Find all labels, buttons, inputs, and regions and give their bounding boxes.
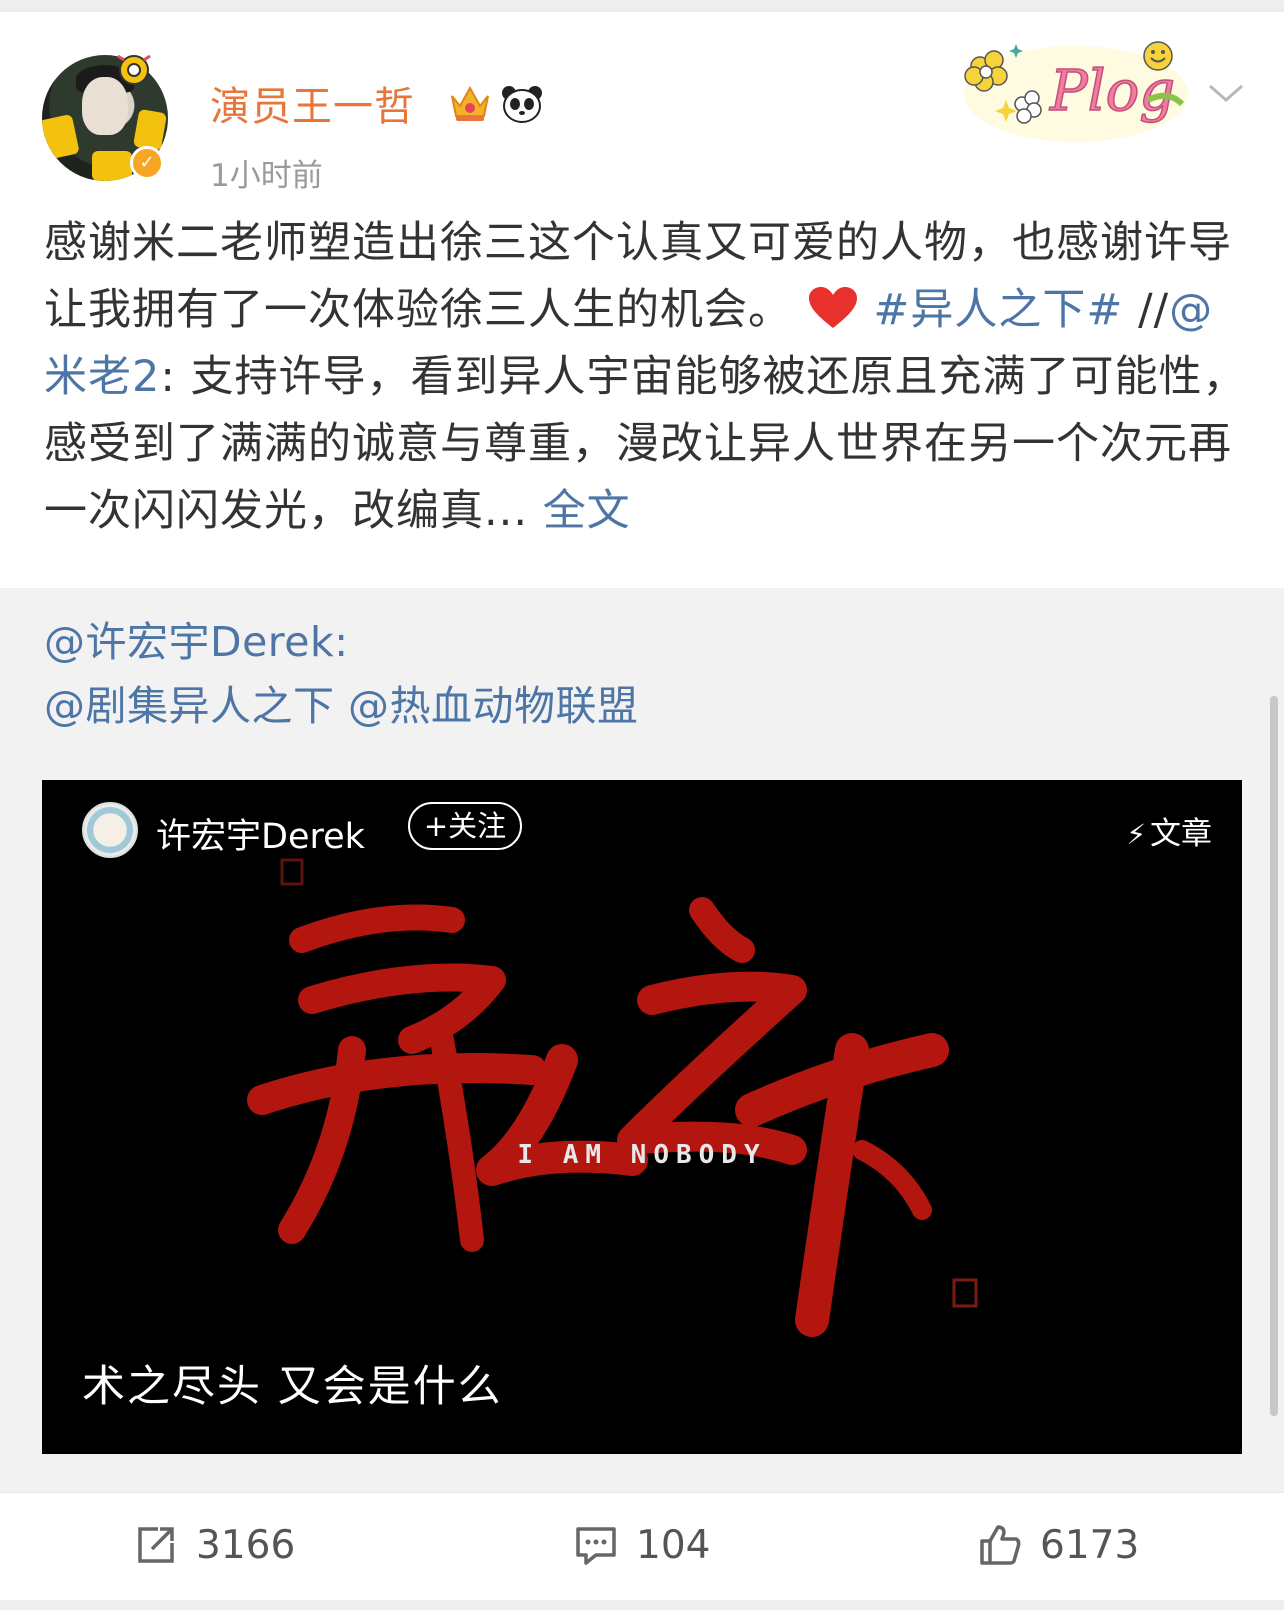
panda-icon[interactable] [500,84,544,124]
scrollbar[interactable] [1270,696,1278,1416]
article-tag-label: 文章 [1150,816,1212,852]
comment-count: 104 [636,1522,711,1568]
author-name[interactable]: 演员王一哲 [210,74,415,132]
like-count: 6173 [1040,1522,1140,1568]
repost-separator: // [1138,285,1170,335]
calligraphy-title-artwork [247,858,978,1337]
post-body-text: 感谢米二老师塑造出徐三这个认真又可爱的人物，也感谢许导让我拥有了一次体验徐三人生… [44,210,1249,545]
article-tag[interactable]: ⚡ 文章 [1126,808,1212,853]
video-card[interactable]: 许宏宇Derek +关注 ⚡ 文章 I AM NOBODY 术之尽头 又会是什么 [42,780,1242,1454]
repost-mentions: @剧集异人之下 @热血动物联盟 [44,672,639,732]
repost-origin-author[interactable]: @许宏宇Derek: [44,608,349,668]
like-icon [980,1525,1021,1565]
heart-icon [808,287,857,328]
mention-link[interactable]: @剧集异人之下 [44,682,335,730]
crown-icon[interactable] [448,82,492,124]
bottom-divider [0,1600,1284,1610]
top-divider [0,0,1284,12]
action-bar: 3166 104 6173 [0,1492,1284,1600]
share-icon [138,1527,174,1563]
follow-button[interactable]: +关注 [408,802,522,850]
video-english-title: I AM NOBODY [517,1140,767,1170]
video-caption: 术之尽头 又会是什么 [82,1362,503,1412]
post-timestamp: 1小时前 [210,158,323,194]
share-count: 3166 [196,1522,296,1568]
post-header: ✓ 演员王一哲 1小时前 Plog [0,12,1284,194]
comment-button[interactable]: 104 [574,1515,710,1575]
share-button[interactable]: 3166 [134,1515,295,1575]
full-text-link[interactable]: 全文 [543,486,631,536]
plog-sticker-icon: Plog [964,41,1188,142]
post-text-part-2: : 支持许导，看到异人宇宙能够被还原且充满了可能性，感受到了满满的诚意与尊重，漫… [44,352,1247,536]
avatar-pendant-icon [117,54,151,85]
repost-block[interactable]: @许宏宇Derek: @剧集异人之下 @热血动物联盟 许宏宇Derek +关注 … [0,588,1284,1492]
chevron-down-icon[interactable] [1206,80,1246,106]
mention-link[interactable]: @热血动物联盟 [348,682,639,730]
lightning-icon: ⚡ [1126,818,1146,851]
video-author-avatar[interactable] [82,802,138,858]
verified-badge-icon: ✓ [130,146,164,180]
comment-icon [576,1527,616,1565]
like-button[interactable]: 6173 [978,1515,1139,1575]
hashtag-link[interactable]: #异人之下# [873,285,1123,335]
